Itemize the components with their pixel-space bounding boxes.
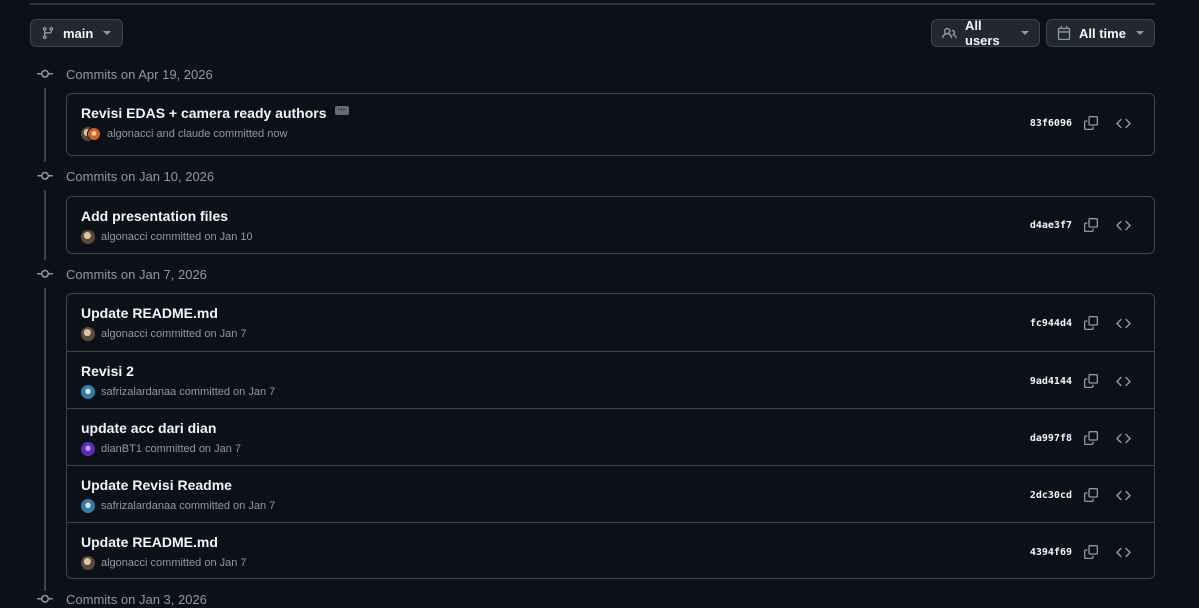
- commit-group-date: Commits on Apr 19, 2026: [66, 66, 213, 82]
- browse-repo-button[interactable]: [1114, 430, 1132, 446]
- copy-icon: [1084, 545, 1098, 559]
- users-filter-button[interactable]: All users: [931, 18, 1040, 48]
- copy-icon: [1084, 431, 1098, 445]
- commit-title[interactable]: Update README.md: [81, 534, 218, 550]
- commit-group-date: Commits on Jan 7, 2026: [66, 266, 207, 282]
- people-icon: [942, 27, 957, 38]
- code-icon: [1115, 118, 1131, 128]
- timeline-line: [44, 88, 46, 162]
- chevron-down-icon: [1135, 31, 1144, 35]
- time-filter-button[interactable]: All time: [1046, 19, 1155, 47]
- browse-repo-button[interactable]: [1114, 217, 1132, 233]
- git-commit-icon: [30, 591, 60, 607]
- git-branch-icon: [42, 26, 54, 40]
- browse-repo-button[interactable]: [1114, 373, 1132, 389]
- commit-meta: safrizalardanaa committed on Jan 7: [101, 386, 276, 398]
- commit-group-header: Commits on Jan 7, 2026: [30, 264, 207, 284]
- commit-group-header: Commits on Jan 10, 2026: [30, 166, 214, 186]
- copy-sha-button[interactable]: [1082, 430, 1100, 446]
- code-icon: [1115, 318, 1131, 328]
- commit-row[interactable]: Update Revisi Readme safrizalardanaa com…: [67, 465, 1154, 522]
- commit-row[interactable]: Update README.md algonacci committed on …: [67, 522, 1154, 578]
- avatar[interactable]: [81, 499, 95, 513]
- commit-sha-link[interactable]: 9ad4144: [1030, 376, 1072, 387]
- commit-meta: algonacci and claude committed now: [107, 128, 288, 140]
- commit-title[interactable]: Update README.md: [81, 305, 218, 321]
- commit-row[interactable]: update acc dari dian dianBT1 committed o…: [67, 408, 1154, 465]
- copy-icon: [1084, 116, 1098, 130]
- commit-group-header: Commits on Jan 3, 2026: [30, 589, 207, 608]
- copy-sha-button[interactable]: [1082, 315, 1100, 331]
- commit-meta: algonacci committed on Jan 10: [101, 231, 253, 243]
- commit-title[interactable]: Revisi 2: [81, 363, 134, 379]
- browse-repo-button[interactable]: [1114, 115, 1132, 131]
- commit-meta: algonacci committed on Jan 7: [101, 557, 247, 569]
- commit-sha-link[interactable]: d4ae3f7: [1030, 220, 1072, 231]
- code-icon: [1115, 376, 1131, 386]
- code-icon: [1115, 433, 1131, 443]
- timeline-line: [44, 190, 46, 260]
- chevron-down-icon: [103, 31, 112, 35]
- users-filter-label: All users: [965, 18, 1000, 48]
- commit-sha-link[interactable]: 83f6096: [1030, 118, 1072, 129]
- copy-sha-button[interactable]: [1082, 217, 1100, 233]
- avatar[interactable]: [81, 230, 95, 244]
- copy-icon: [1084, 316, 1098, 330]
- chevron-down-icon: [1021, 31, 1029, 35]
- copy-sha-button[interactable]: [1082, 544, 1100, 560]
- code-icon: [1115, 490, 1131, 500]
- copy-icon: [1084, 488, 1098, 502]
- time-filter-label: All time: [1079, 25, 1126, 41]
- commit-title[interactable]: Add presentation files: [81, 208, 228, 224]
- avatar[interactable]: [81, 442, 95, 456]
- commit-sha-link[interactable]: 2dc30cd: [1030, 490, 1072, 501]
- copy-sha-button[interactable]: [1082, 487, 1100, 503]
- commit-meta: dianBT1 committed on Jan 7: [101, 443, 242, 455]
- commit-title[interactable]: Revisi EDAS + camera ready authors: [81, 105, 327, 121]
- copy-icon: [1084, 374, 1098, 388]
- commit-group-date: Commits on Jan 10, 2026: [66, 168, 215, 184]
- commit-row[interactable]: Add presentation files algonacci committ…: [67, 197, 1154, 253]
- copy-icon: [1084, 218, 1098, 232]
- commit-list: Update README.md algonacci committed on …: [66, 293, 1155, 579]
- commit-list: Revisi EDAS + camera ready authors ··· a…: [66, 93, 1155, 156]
- commit-meta: algonacci committed on Jan 7: [101, 328, 247, 340]
- code-icon: [1115, 547, 1131, 557]
- commit-group-date: Commits on Jan 3, 2026: [66, 591, 207, 607]
- commit-sha-link[interactable]: 4394f69: [1030, 547, 1072, 558]
- browse-repo-button[interactable]: [1114, 315, 1132, 331]
- git-commit-icon: [30, 66, 60, 82]
- git-commit-icon: [30, 168, 60, 184]
- avatar[interactable]: [87, 127, 101, 141]
- branch-selector-button[interactable]: main: [30, 19, 123, 47]
- branch-label: main: [63, 25, 94, 41]
- commit-list: Add presentation files algonacci committ…: [66, 196, 1155, 254]
- commit-meta: safrizalardanaa committed on Jan 7: [101, 500, 276, 512]
- commit-title[interactable]: Update Revisi Readme: [81, 477, 232, 493]
- timeline-line: [44, 288, 46, 591]
- calendar-icon: [1057, 26, 1071, 40]
- commit-row[interactable]: Revisi EDAS + camera ready authors ··· a…: [67, 94, 1154, 155]
- commit-row[interactable]: Revisi 2 safrizalardanaa committed on Ja…: [67, 351, 1154, 408]
- author-avatars[interactable]: [81, 127, 101, 141]
- commit-group-header: Commits on Apr 19, 2026: [30, 64, 213, 84]
- commit-sha-link[interactable]: fc944d4: [1030, 318, 1072, 329]
- expand-message-button[interactable]: ···: [334, 105, 349, 115]
- copy-sha-button[interactable]: [1082, 373, 1100, 389]
- git-commit-icon: [30, 266, 60, 282]
- browse-repo-button[interactable]: [1114, 487, 1132, 503]
- copy-sha-button[interactable]: [1082, 115, 1100, 131]
- code-icon: [1115, 220, 1131, 230]
- avatar[interactable]: [81, 556, 95, 570]
- browse-repo-button[interactable]: [1114, 544, 1132, 560]
- commits-page: main All users All time Commits on Apr 1…: [0, 0, 1199, 608]
- top-divider: [30, 3, 1155, 5]
- avatar[interactable]: [81, 327, 95, 341]
- commit-row[interactable]: Update README.md algonacci committed on …: [67, 294, 1154, 351]
- commit-title[interactable]: update acc dari dian: [81, 420, 216, 436]
- commit-sha-link[interactable]: da997f8: [1030, 433, 1072, 444]
- avatar[interactable]: [81, 385, 95, 399]
